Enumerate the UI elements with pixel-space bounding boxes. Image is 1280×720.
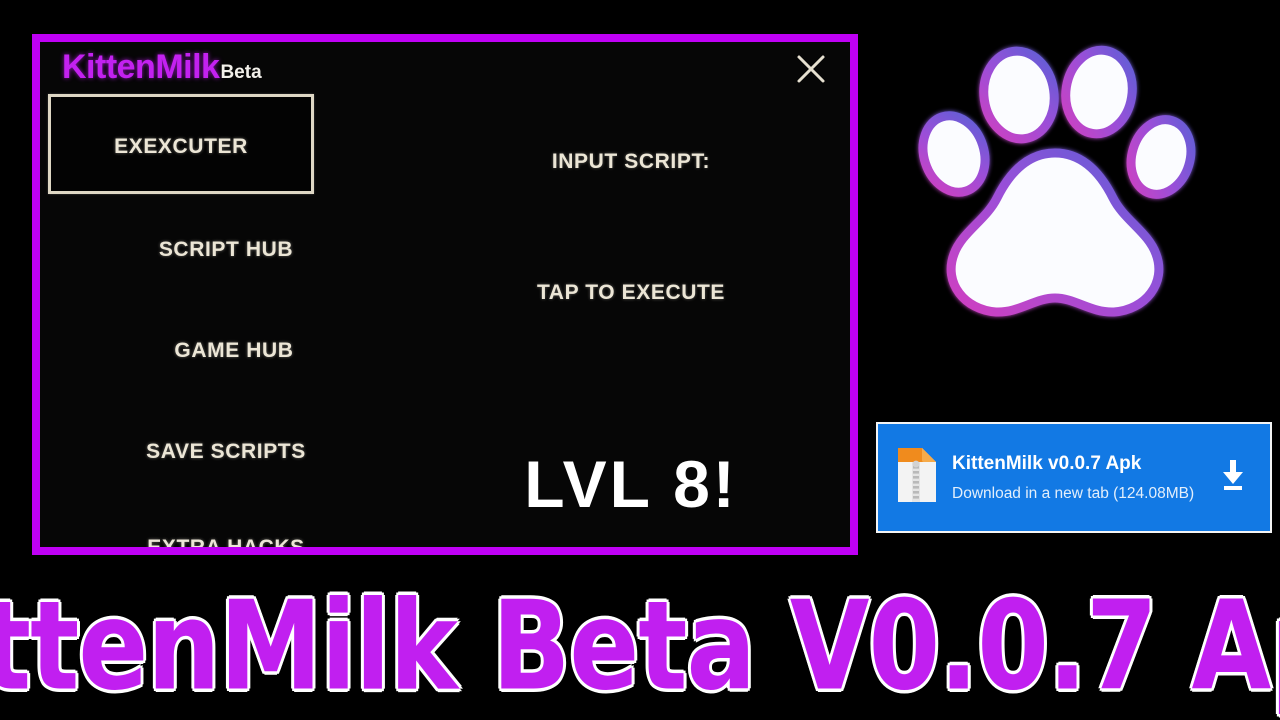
nav-column: EXEXCUTER SCRIPT HUB GAME HUB SAVE SCRIP…: [40, 94, 412, 547]
app-brand: KittenMilkBeta: [62, 48, 262, 87]
download-card[interactable]: KittenMilk v0.0.7 Apk Download in a new …: [876, 422, 1272, 533]
paw-print-logo: [905, 22, 1205, 352]
mod-menu-window-body: KittenMilkBeta EXEXCUTER SCRIPT HUB GAME…: [40, 42, 850, 547]
download-title: KittenMilk v0.0.7 Apk: [952, 452, 1142, 474]
mod-menu-window: KittenMilkBeta EXEXCUTER SCRIPT HUB GAME…: [32, 34, 858, 555]
nav-item-script-hub[interactable]: SCRIPT HUB: [40, 238, 412, 262]
nav-item-save-scripts[interactable]: SAVE SCRIPTS: [40, 440, 412, 464]
download-text-block: KittenMilk v0.0.7 Apk Download in a new …: [952, 453, 1218, 503]
brand-beta-tag: Beta: [220, 62, 262, 83]
nav-item-game-hub[interactable]: GAME HUB: [48, 339, 420, 363]
download-subtitle: Download in a new tab (124.08MB): [952, 484, 1195, 502]
close-icon[interactable]: [792, 50, 830, 88]
nav-item-exexcuter[interactable]: EXEXCUTER: [48, 94, 314, 194]
level-badge: LVL 8!: [524, 447, 738, 521]
bottom-title-banner: KittenMilk Beta V0.0.7 Apk: [0, 572, 1280, 720]
script-panel: INPUT SCRIPT: TAP TO EXECUTE LVL 8!: [412, 94, 850, 547]
zip-file-icon: [894, 446, 938, 509]
mod-menu-titlebar: KittenMilkBeta: [40, 42, 850, 98]
banner-title-text: KittenMilk Beta V0.0.7 Apk: [0, 574, 1280, 718]
input-script-label: INPUT SCRIPT:: [551, 150, 711, 173]
nav-item-extra-hacks[interactable]: EXTRA HACKS: [40, 536, 412, 547]
tap-to-execute-button[interactable]: TAP TO EXECUTE: [412, 281, 850, 305]
brand-name: KittenMilk: [62, 48, 220, 86]
download-arrow-icon[interactable]: [1218, 458, 1248, 497]
